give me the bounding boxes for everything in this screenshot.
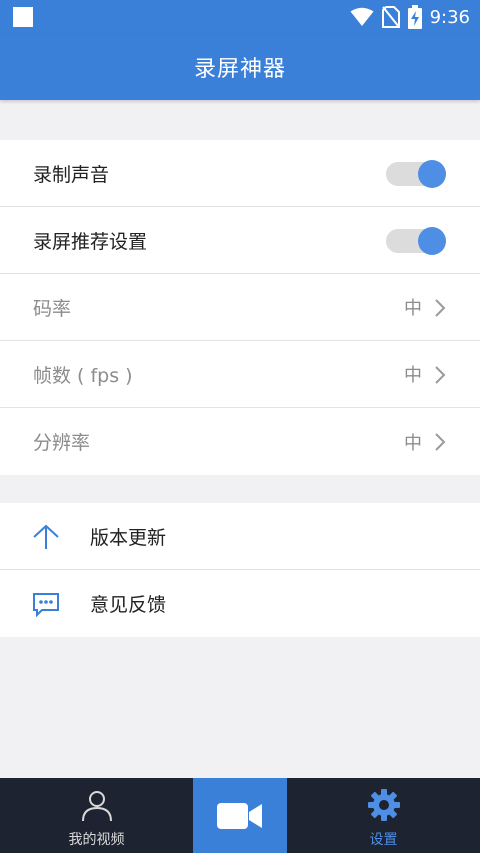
status-bar: 9:36 bbox=[0, 0, 480, 33]
feedback-row[interactable]: 意见反馈 bbox=[0, 570, 480, 637]
bitrate-row[interactable]: 码率 中 bbox=[0, 274, 480, 341]
bottom-nav: 我的视频 设置 bbox=[0, 778, 480, 853]
status-time: 9:36 bbox=[429, 6, 470, 28]
battery-charging-icon bbox=[407, 5, 422, 29]
nav-my-videos-label: 我的视频 bbox=[68, 832, 125, 848]
recommended-settings-toggle[interactable] bbox=[386, 227, 446, 255]
record-audio-label: 录制声音 bbox=[33, 163, 110, 186]
chevron-right-icon bbox=[435, 366, 446, 384]
nav-my-videos[interactable]: 我的视频 bbox=[0, 778, 193, 853]
feedback-label: 意见反馈 bbox=[90, 594, 167, 616]
fps-row[interactable]: 帧数 ( fps ) 中 bbox=[0, 341, 480, 408]
resolution-label: 分辨率 bbox=[33, 432, 91, 454]
wifi-icon bbox=[350, 7, 374, 26]
record-audio-row[interactable]: 录制声音 bbox=[0, 140, 480, 207]
recording-settings-group: 录制声音 录屏推荐设置 码率 中 帧数 ( fps ) 中 分辨率 中 bbox=[0, 140, 480, 475]
video-camera-icon bbox=[217, 802, 262, 829]
recommended-settings-label: 录屏推荐设置 bbox=[33, 230, 148, 253]
recommended-settings-row[interactable]: 录屏推荐设置 bbox=[0, 207, 480, 274]
chat-bubble-icon bbox=[33, 593, 59, 618]
nav-settings-label: 设置 bbox=[369, 832, 398, 848]
no-sim-icon bbox=[381, 6, 400, 28]
toggle-thumb bbox=[418, 227, 446, 255]
app-bar: 录屏神器 bbox=[0, 33, 480, 100]
gear-icon bbox=[367, 789, 400, 821]
fps-value: 中 bbox=[404, 365, 422, 386]
arrow-up-icon bbox=[33, 524, 59, 549]
toggle-thumb bbox=[418, 160, 446, 188]
nav-settings[interactable]: 设置 bbox=[287, 778, 480, 853]
bitrate-label: 码率 bbox=[33, 297, 72, 320]
notification-square-icon bbox=[13, 7, 33, 27]
app-title: 录屏神器 bbox=[193, 56, 286, 82]
resolution-row[interactable]: 分辨率 中 bbox=[0, 408, 480, 475]
fps-label: 帧数 ( fps ) bbox=[33, 364, 133, 387]
nav-record-button[interactable] bbox=[193, 778, 287, 853]
version-update-label: 版本更新 bbox=[90, 526, 167, 549]
record-audio-toggle[interactable] bbox=[386, 160, 446, 188]
chevron-right-icon bbox=[435, 433, 446, 451]
version-update-row[interactable]: 版本更新 bbox=[0, 503, 480, 570]
resolution-value: 中 bbox=[404, 432, 422, 454]
status-icons: 9:36 bbox=[350, 5, 470, 29]
chevron-right-icon bbox=[435, 299, 446, 317]
misc-group: 版本更新 意见反馈 bbox=[0, 503, 480, 637]
bitrate-value: 中 bbox=[404, 298, 422, 319]
person-icon bbox=[81, 791, 112, 822]
